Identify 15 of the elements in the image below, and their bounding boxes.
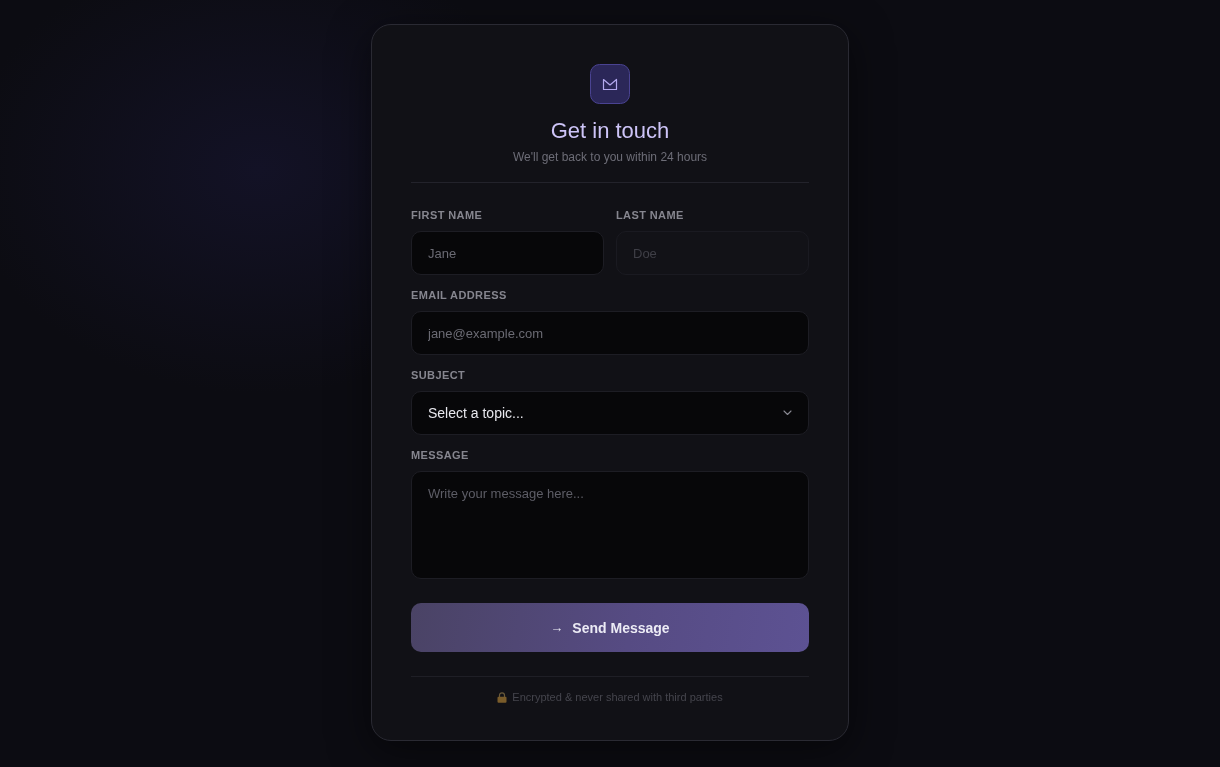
field-label: FIRST NAME bbox=[411, 209, 484, 222]
text-input-field[interactable]: jane@example.com bbox=[411, 311, 809, 355]
send-message-button[interactable]: → Send Message bbox=[411, 603, 809, 652]
text-input-field[interactable]: Jane bbox=[411, 231, 604, 275]
chevron-down-icon bbox=[783, 410, 792, 416]
field-label: MESSAGE bbox=[411, 449, 470, 462]
envelope-icon bbox=[590, 64, 630, 104]
subject-dropdown[interactable]: Select a topic... bbox=[411, 391, 809, 435]
lock-icon bbox=[497, 691, 508, 703]
form-title: Get in touch bbox=[550, 118, 670, 144]
message-textarea[interactable]: Write your message here... bbox=[411, 471, 809, 579]
field-label: LAST NAME bbox=[616, 209, 685, 222]
field-label: SUBJECT bbox=[411, 369, 467, 382]
form-subtitle: We'll get back to you within 24 hours bbox=[512, 150, 708, 165]
field-label: EMAIL ADDRESS bbox=[411, 289, 508, 302]
